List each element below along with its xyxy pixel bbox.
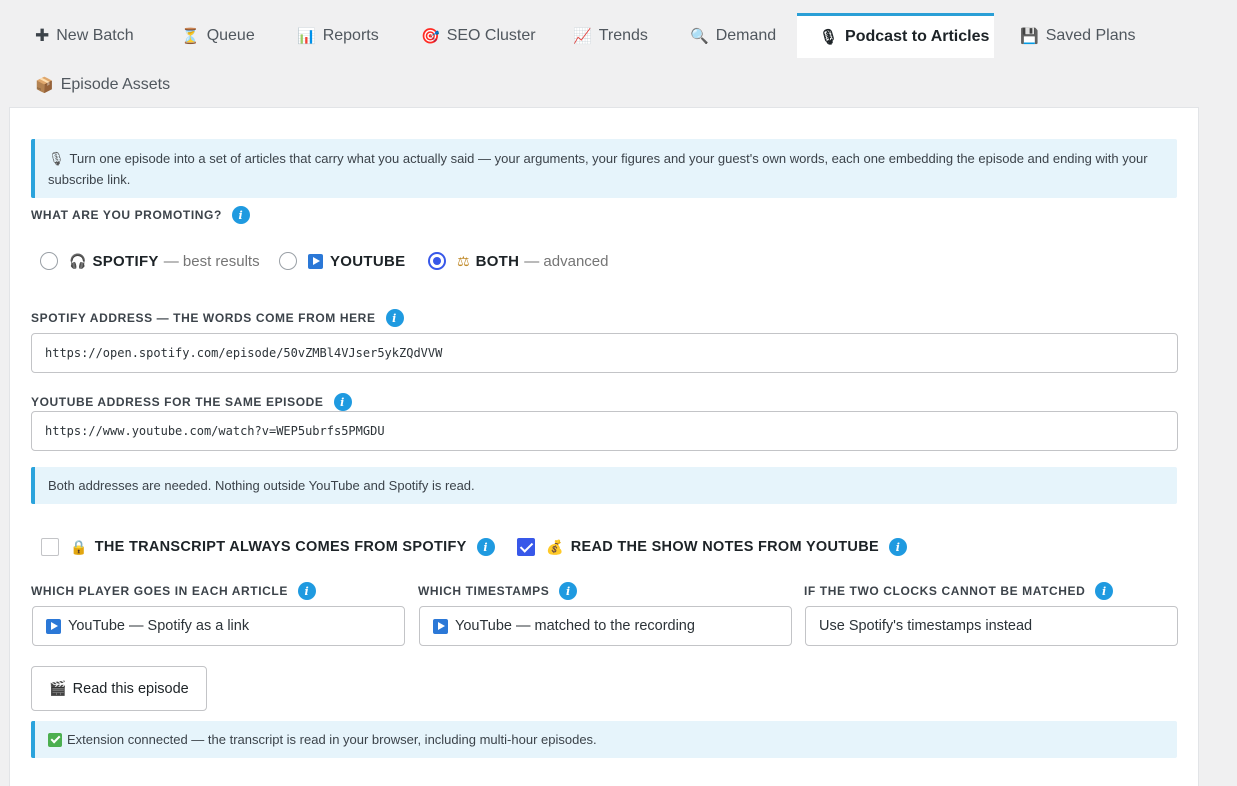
radio-spotify-circle[interactable] xyxy=(40,252,58,270)
lock-icon: 🔒 xyxy=(70,538,88,555)
tab-podcast-to-articles[interactable]: 🎙 Podcast to Articles xyxy=(797,13,994,58)
tab-label: Queue xyxy=(206,27,255,44)
info-icon[interactable]: i xyxy=(231,206,250,224)
radio-spotify[interactable]: 🎧 SPOTIFY — best results xyxy=(40,251,260,271)
player-select-label-text: WHICH PLAYER GOES IN EACH ARTICLE xyxy=(31,584,288,598)
headphones-icon: 🎧 xyxy=(69,252,87,269)
radio-youtube-circle[interactable] xyxy=(279,252,297,270)
timestamps-select-label: WHICH TIMESTAMPS i xyxy=(418,581,578,601)
clocks-select-label-text: IF THE TWO CLOCKS CANNOT BE MATCHED xyxy=(804,584,1086,598)
extension-status-text: Extension connected — the transcript is … xyxy=(67,732,597,747)
player-select-value: YouTube — Spotify as a link xyxy=(68,618,250,634)
radio-both-name: BOTH xyxy=(475,252,520,270)
read-episode-button[interactable]: 🎬 Read this episode xyxy=(31,666,207,711)
clapperboard-icon: 🎬 xyxy=(49,680,67,696)
info-icon[interactable]: i xyxy=(297,582,316,600)
bar-chart-icon: 📊 xyxy=(297,28,316,45)
balance-scale-icon: ⚖ xyxy=(457,252,470,269)
player-select[interactable]: YouTube — Spotify as a link xyxy=(32,606,405,646)
clocks-select-value: Use Spotify's timestamps instead xyxy=(819,618,1033,634)
tab-label: Episode Assets xyxy=(60,76,171,93)
shownotes-youtube-checkbox[interactable]: 💰 READ THE SHOW NOTES FROM YOUTUBE i xyxy=(517,537,907,557)
tab-reports[interactable]: 📊 Reports xyxy=(283,14,393,58)
radio-youtube[interactable]: YOUTUBE xyxy=(279,251,405,271)
tab-demand[interactable]: 🔍 Demand xyxy=(676,14,790,58)
player-select-label: WHICH PLAYER GOES IN EACH ARTICLE i xyxy=(31,581,316,601)
spotify-address-input[interactable]: https://open.spotify.com/episode/50vZMBl… xyxy=(31,333,1178,373)
tab-label: Reports xyxy=(322,27,379,44)
tab-label: Saved Plans xyxy=(1045,27,1136,44)
radio-both-circle[interactable] xyxy=(428,252,446,270)
package-icon: 📦 xyxy=(35,77,54,94)
transcript-spotify-checkbox[interactable]: 🔒 THE TRANSCRIPT ALWAYS COMES FROM SPOTI… xyxy=(41,537,495,557)
transcript-checkbox-label: THE TRANSCRIPT ALWAYS COMES FROM SPOTIFY xyxy=(94,539,467,555)
promote-label-text: WHAT ARE YOU PROMOTING? xyxy=(31,208,222,222)
youtube-address-label: YOUTUBE ADDRESS FOR THE SAME EPISODE i xyxy=(31,392,352,412)
radio-spotify-hint: — best results xyxy=(163,252,260,270)
both-addresses-text: Both addresses are needed. Nothing outsi… xyxy=(48,478,475,493)
radio-youtube-name: YOUTUBE xyxy=(330,252,406,270)
transcript-checkbox-box[interactable] xyxy=(41,538,59,556)
read-episode-label: Read this episode xyxy=(72,680,189,697)
microphone-icon: 🎙 xyxy=(48,150,65,166)
magnifier-icon: 🔍 xyxy=(690,28,709,45)
radio-both-hint: — advanced xyxy=(524,252,609,270)
money-bag-icon: 💰 xyxy=(546,538,564,555)
tab-episode-assets[interactable]: 📦 Episode Assets xyxy=(21,63,184,107)
timestamps-select-label-text: WHICH TIMESTAMPS xyxy=(418,584,550,598)
info-icon[interactable]: i xyxy=(559,582,578,600)
floppy-disk-icon: 💾 xyxy=(1020,28,1039,45)
tab-label: New Batch xyxy=(56,27,134,44)
info-icon[interactable]: i xyxy=(1095,582,1114,600)
youtube-address-label-text: YOUTUBE ADDRESS FOR THE SAME EPISODE xyxy=(31,395,324,409)
info-icon[interactable]: i xyxy=(476,538,495,556)
intro-notice: 🎙 Turn one episode into a set of articles… xyxy=(31,139,1177,198)
youtube-address-input[interactable]: https://www.youtube.com/watch?v=WEP5ubrf… xyxy=(31,411,1178,451)
clocks-select-label: IF THE TWO CLOCKS CANNOT BE MATCHED i xyxy=(804,581,1114,601)
info-icon[interactable]: i xyxy=(333,393,352,411)
extension-status-notice: Extension connected — the transcript is … xyxy=(31,721,1177,758)
radio-spotify-name: SPOTIFY xyxy=(92,252,159,270)
tab-seo-cluster[interactable]: 🎯 SEO Cluster xyxy=(407,14,550,58)
microphone-icon: 🎙 xyxy=(819,29,839,46)
clocks-select[interactable]: Use Spotify's timestamps instead xyxy=(805,606,1178,646)
trend-chart-icon: 📈 xyxy=(573,28,592,45)
play-button-icon xyxy=(308,253,323,269)
target-icon: 🎯 xyxy=(421,28,440,45)
play-button-icon xyxy=(46,618,61,634)
tab-bar: ✚ New Batch ⏳ Queue 📊 Reports 🎯 SEO Clus… xyxy=(0,0,1237,110)
hourglass-icon: ⏳ xyxy=(181,28,200,45)
timestamps-select-value: YouTube — matched to the recording xyxy=(455,618,695,634)
info-icon[interactable]: i xyxy=(385,309,404,327)
radio-both[interactable]: ⚖ BOTH — advanced xyxy=(428,251,609,271)
plus-icon: ✚ xyxy=(35,26,50,45)
shownotes-checkbox-label: READ THE SHOW NOTES FROM YOUTUBE xyxy=(570,539,879,555)
tab-trends[interactable]: 📈 Trends xyxy=(559,14,662,58)
tab-label: SEO Cluster xyxy=(446,27,536,44)
promote-label: WHAT ARE YOU PROMOTING? i xyxy=(31,205,250,225)
spotify-address-value: https://open.spotify.com/episode/50vZMBl… xyxy=(45,346,443,360)
tab-new-batch[interactable]: ✚ New Batch xyxy=(21,14,148,58)
tab-queue[interactable]: ⏳ Queue xyxy=(167,14,269,58)
check-mark-icon xyxy=(48,732,62,747)
spotify-address-label: SPOTIFY ADDRESS — THE WORDS COME FROM HE… xyxy=(31,308,404,328)
shownotes-checkbox-box[interactable] xyxy=(517,538,535,556)
tab-label: Podcast to Articles xyxy=(845,28,990,45)
spotify-address-label-text: SPOTIFY ADDRESS — THE WORDS COME FROM HE… xyxy=(31,311,376,325)
youtube-address-value: https://www.youtube.com/watch?v=WEP5ubrf… xyxy=(45,424,385,438)
play-button-icon xyxy=(433,618,448,634)
tab-saved-plans[interactable]: 💾 Saved Plans xyxy=(1006,14,1150,58)
intro-text: Turn one episode into a set of articles … xyxy=(48,150,1148,187)
timestamps-select[interactable]: YouTube — matched to the recording xyxy=(419,606,792,646)
tab-label: Demand xyxy=(715,27,777,44)
info-icon[interactable]: i xyxy=(888,538,907,556)
both-addresses-notice: Both addresses are needed. Nothing outsi… xyxy=(31,467,1177,504)
tab-label: Trends xyxy=(598,27,648,44)
